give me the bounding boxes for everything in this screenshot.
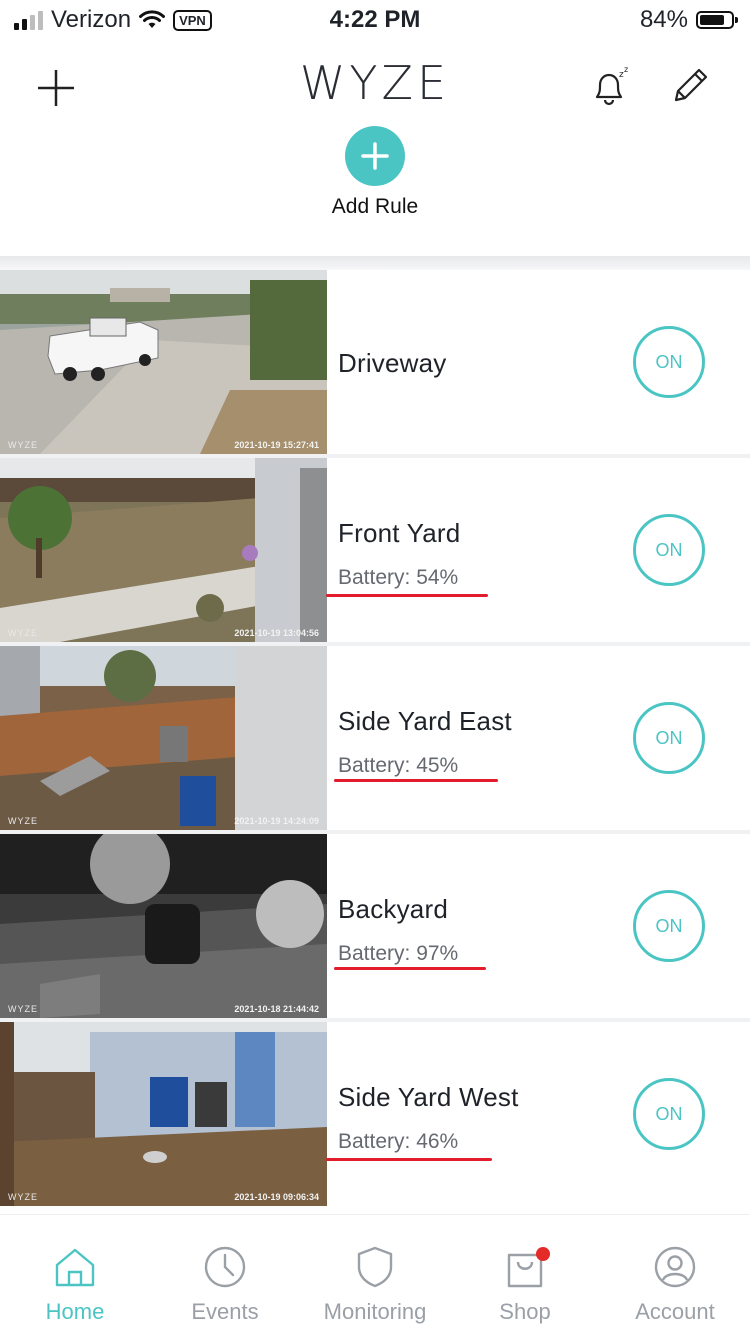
camera-battery-level: Battery: 97% [338,942,459,965]
shield-icon [357,1246,393,1288]
camera-row-backyard[interactable]: WYZE 2021-10-18 21:44:42 Backyard Batter… [0,830,750,1018]
clock-icon [204,1246,246,1288]
camera-toggle-on[interactable]: ON [633,326,705,398]
plus-icon [361,142,389,170]
snapshot-timestamp: 2021-10-19 09:06:34 [234,1192,319,1202]
camera-name: Side Yard West [338,1082,519,1112]
snapshot-timestamp: 2021-10-18 21:44:42 [234,1004,319,1014]
home-icon [55,1248,95,1287]
camera-toggle-on[interactable]: ON [633,514,705,586]
edit-pencil-icon[interactable] [668,64,712,108]
wyze-watermark: WYZE [8,1192,38,1202]
camera-toggle-on[interactable]: ON [633,890,705,962]
tab-account[interactable]: Account [600,1245,750,1325]
wyze-watermark: WYZE [8,440,38,450]
camera-battery-level: Battery: 54% [338,566,459,589]
camera-thumbnail[interactable]: WYZE 2021-10-19 13:04:56 [0,458,327,642]
tab-shop[interactable]: Shop [450,1245,600,1325]
tab-label: Account [635,1299,715,1324]
status-bar: Verizon VPN 4:22 PM 84% [0,0,750,42]
snapshot-timestamp: 2021-10-19 13:04:56 [234,628,319,638]
camera-thumbnail[interactable]: WYZE 2021-10-18 21:44:42 [0,834,327,1018]
snapshot-timestamp: 2021-10-19 15:27:41 [234,440,319,450]
annotation-underline [326,594,488,597]
battery-percent: 84% [639,6,688,33]
camera-name: Driveway [338,348,447,378]
camera-name: Front Yard [338,518,461,548]
clock: 4:22 PM [329,6,421,33]
wyze-logo: WYZE [299,56,451,110]
notification-snooze-icon[interactable]: z z [588,64,632,108]
header-divider [0,256,750,270]
camera-row-driveway[interactable]: WYZE 2021-10-19 15:27:41 Driveway ON [0,270,750,454]
wyze-watermark: WYZE [8,816,38,826]
tab-events[interactable]: Events [150,1245,300,1325]
wyze-watermark: WYZE [8,1004,38,1014]
bottom-tab-bar: Home Events Monitoring Shop Account [0,1214,750,1335]
svg-text:z: z [624,65,628,74]
camera-name: Side Yard East [338,706,512,736]
add-rule-button[interactable] [345,126,405,186]
annotation-underline [334,967,486,970]
camera-row-side-yard-west[interactable]: WYZE 2021-10-19 09:06:34 Side Yard West … [0,1018,750,1206]
camera-thumbnail[interactable]: WYZE 2021-10-19 09:06:34 [0,1022,327,1206]
camera-toggle-on[interactable]: ON [633,702,705,774]
camera-name: Backyard [338,894,448,924]
camera-row-side-yard-east[interactable]: WYZE 2021-10-19 14:24:09 Side Yard East … [0,642,750,830]
wyze-watermark: WYZE [8,628,38,638]
camera-battery-level: Battery: 46% [338,1130,459,1153]
tab-label: Shop [499,1299,551,1324]
shop-badge-dot [536,1247,550,1261]
tab-label: Events [191,1299,259,1324]
add-rule-label[interactable]: Add Rule [0,195,750,219]
annotation-underline [334,779,498,782]
camera-toggle-on[interactable]: ON [633,1078,705,1150]
camera-battery-level: Battery: 45% [338,754,459,777]
snapshot-timestamp: 2021-10-19 14:24:09 [234,816,319,826]
camera-list: WYZE 2021-10-19 15:27:41 Driveway ON WYZ… [0,270,750,1210]
tab-home[interactable]: Home [0,1245,150,1325]
annotation-underline [326,1158,492,1161]
user-icon [654,1246,696,1288]
camera-thumbnail[interactable]: WYZE 2021-10-19 14:24:09 [0,646,327,830]
battery-icon [696,11,738,29]
camera-row-front-yard[interactable]: WYZE 2021-10-19 13:04:56 Front Yard Batt… [0,454,750,642]
tab-label: Home [45,1299,105,1324]
tab-monitoring[interactable]: Monitoring [300,1245,450,1325]
tab-label: Monitoring [323,1299,427,1324]
camera-thumbnail[interactable]: WYZE 2021-10-19 15:27:41 [0,270,327,454]
